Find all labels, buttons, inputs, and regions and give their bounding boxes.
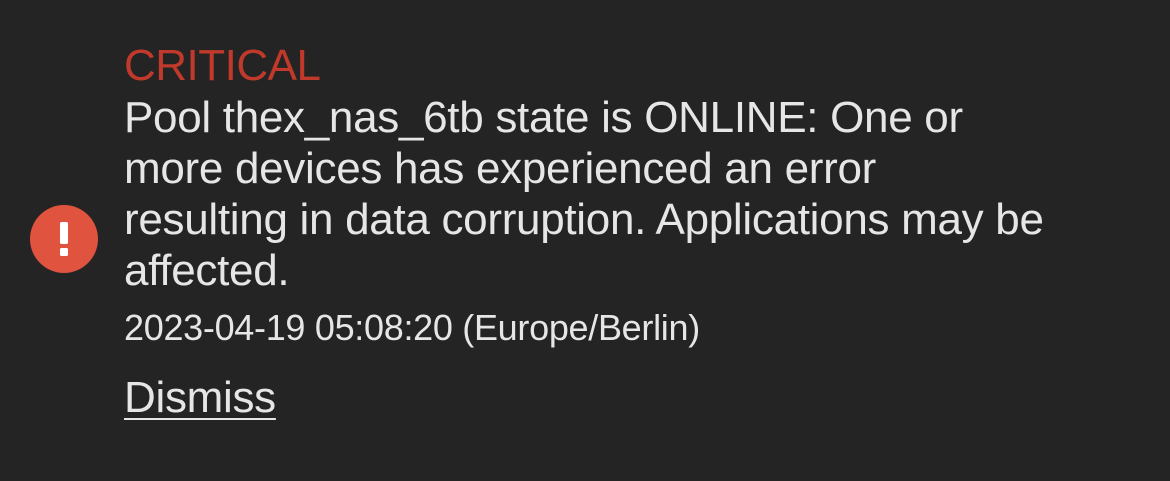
- alert-timestamp: 2023-04-19 05:08:20 (Europe/Berlin): [124, 307, 700, 348]
- dismiss-link[interactable]: Dismiss: [124, 372, 276, 424]
- alert-body: CRITICAL Pool thex_nas_6tb state is ONLI…: [124, 40, 1044, 424]
- alert-level: CRITICAL: [124, 41, 321, 90]
- alert-notification: CRITICAL Pool thex_nas_6tb state is ONLI…: [0, 0, 1170, 481]
- error-circle-icon: [30, 205, 98, 273]
- alert-message: Pool thex_nas_6tb state is ONLINE: One o…: [124, 93, 1044, 295]
